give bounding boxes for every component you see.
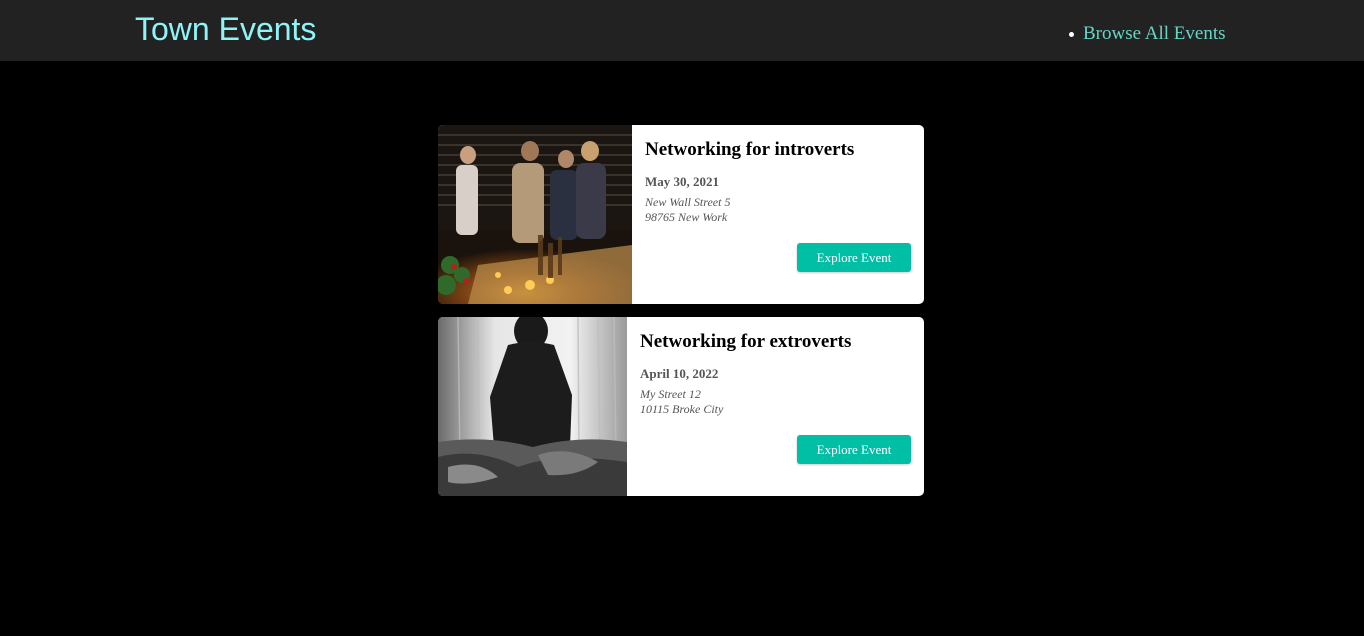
event-card: Networking for extroverts April 10, 2022… [438,317,924,496]
event-image-person-sitting [438,317,627,496]
event-list: Networking for introverts May 30, 2021 N… [438,125,924,509]
browse-all-events-link[interactable]: Browse All Events [1083,22,1226,46]
nav-item-browse-all-events: Browse All Events [1069,22,1226,46]
address-city: 98765 New Work [645,210,728,224]
event-address: New Wall Street 5 98765 New Work [645,195,911,225]
event-card-body: Networking for introverts May 30, 2021 N… [632,125,924,304]
explore-event-button[interactable]: Explore Event [797,435,911,464]
event-date: April 10, 2022 [640,366,719,381]
address-street: My Street 12 [640,387,701,401]
event-photo [438,317,627,496]
main-nav: Browse All Events [1069,22,1226,46]
event-title: Networking for extroverts [640,331,852,352]
site-header: Town Events Browse All Events [0,0,1364,61]
address-street: New Wall Street 5 [645,195,731,209]
event-address: My Street 12 10115 Broke City [640,387,911,417]
event-card-body: Networking for extroverts April 10, 2022… [627,317,924,496]
address-city: 10115 Broke City [640,402,724,416]
site-logo[interactable]: Town Events [135,10,316,48]
bullet-icon [1069,31,1074,37]
event-title: Networking for introverts [645,139,855,160]
event-card: Networking for introverts May 30, 2021 N… [438,125,924,304]
event-date: May 30, 2021 [645,174,720,189]
explore-event-button[interactable]: Explore Event [797,243,911,272]
event-photo [438,125,632,304]
event-image-networking-party [438,125,632,304]
